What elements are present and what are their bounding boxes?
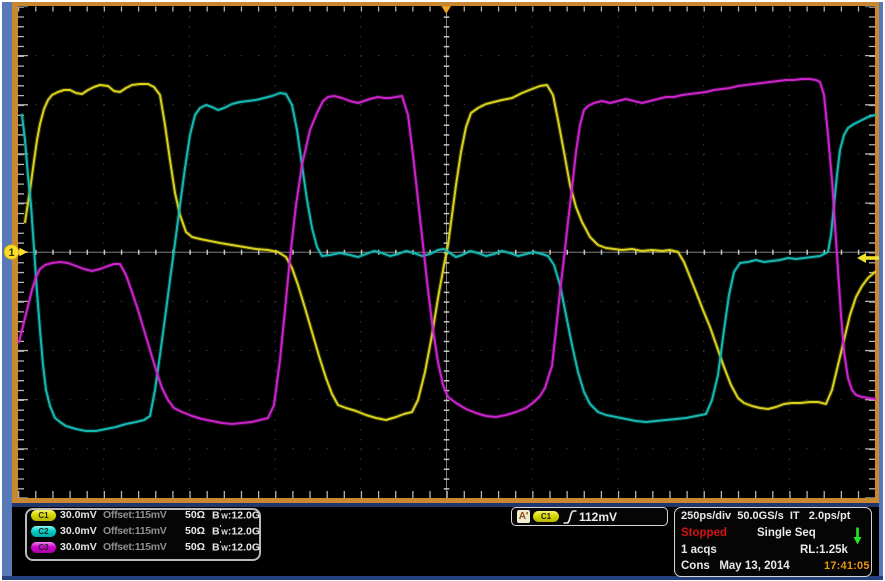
svg-text:1: 1	[8, 247, 14, 259]
